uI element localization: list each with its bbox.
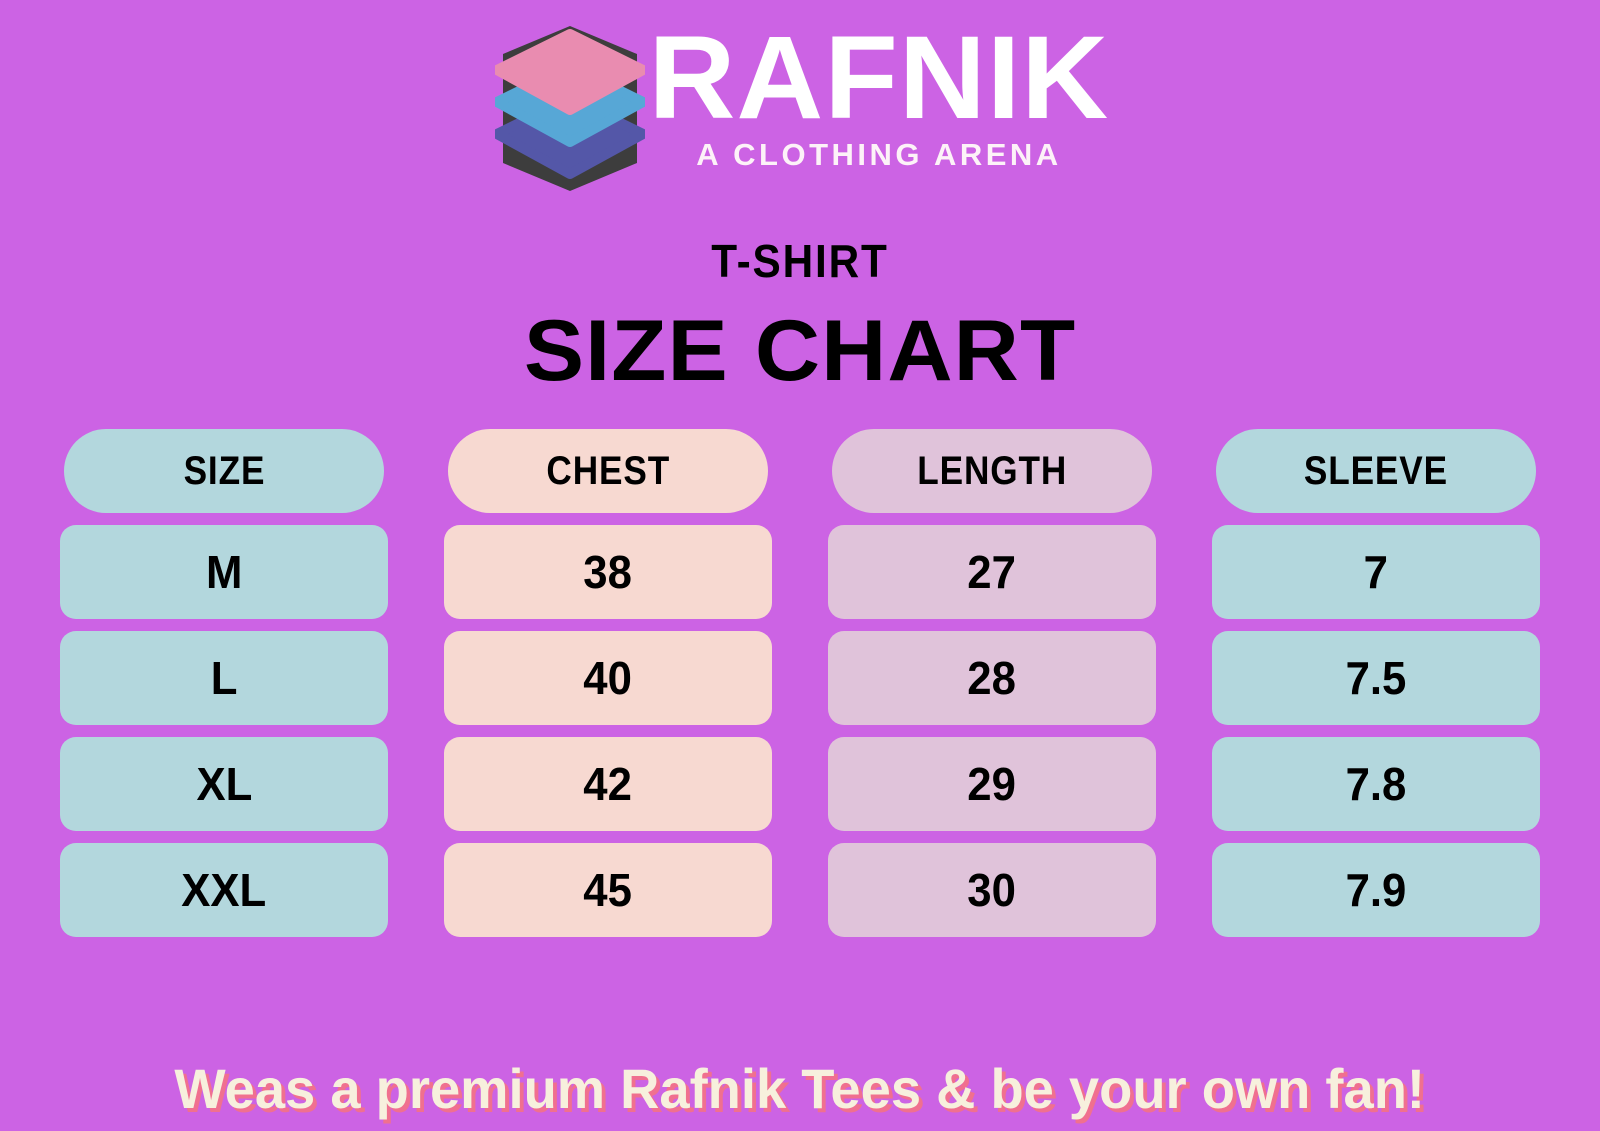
cell-chest-value: 38 bbox=[583, 546, 633, 598]
column-header-chest-label: CHEST bbox=[546, 448, 670, 493]
logo-header: RAFNIK A CLOTHING ARENA bbox=[0, 0, 1600, 200]
cell-size: M bbox=[60, 525, 388, 619]
cell-size: XXL bbox=[60, 843, 388, 937]
column-header-size: SIZE bbox=[64, 429, 384, 513]
cell-chest: 45 bbox=[444, 843, 772, 937]
cell-size-value: L bbox=[210, 652, 238, 704]
logo-text: RAFNIK A CLOTHING ARENA bbox=[649, 18, 1109, 173]
cell-sleeve: 7.5 bbox=[1212, 631, 1540, 725]
cell-sleeve-value: 7 bbox=[1363, 546, 1389, 598]
cell-length-value: 29 bbox=[967, 758, 1017, 810]
cell-length-value: 30 bbox=[967, 864, 1017, 916]
column-header-size-label: SIZE bbox=[183, 448, 265, 493]
cell-chest: 40 bbox=[444, 631, 772, 725]
page-title: SIZE CHART bbox=[523, 303, 1077, 399]
column-header-length: LENGTH bbox=[832, 429, 1152, 513]
cell-sleeve: 7 bbox=[1212, 525, 1540, 619]
page-subtitle: T-SHIRT bbox=[711, 235, 889, 287]
column-header-sleeve: SLEEVE bbox=[1216, 429, 1536, 513]
size-chart-table: SIZE CHEST LENGTH SLEEVE M 38 27 7 L 40 … bbox=[60, 429, 1540, 937]
cell-size: XL bbox=[60, 737, 388, 831]
cell-size: L bbox=[60, 631, 388, 725]
cell-size-value: XXL bbox=[181, 864, 267, 916]
cell-chest: 42 bbox=[444, 737, 772, 831]
table-header-row: SIZE CHEST LENGTH SLEEVE bbox=[60, 429, 1540, 513]
cell-size-value: M bbox=[205, 546, 243, 598]
table-row: XXL 45 30 7.9 bbox=[60, 843, 1540, 937]
page-titles: T-SHIRT SIZE CHART bbox=[0, 234, 1600, 401]
cell-length: 30 bbox=[828, 843, 1156, 937]
table-row: M 38 27 7 bbox=[60, 525, 1540, 619]
footer: Weas a premium Rafnik Tees & be your own… bbox=[0, 1056, 1600, 1121]
cell-length: 28 bbox=[828, 631, 1156, 725]
brand-name: RAFNIK bbox=[648, 12, 1110, 144]
cell-size-value: XL bbox=[196, 758, 252, 810]
cell-sleeve: 7.8 bbox=[1212, 737, 1540, 831]
cell-length-value: 27 bbox=[967, 546, 1017, 598]
cell-sleeve-value: 7.9 bbox=[1345, 864, 1407, 916]
logo-lockup: RAFNIK A CLOTHING ARENA bbox=[495, 18, 1109, 191]
cell-length: 27 bbox=[828, 525, 1156, 619]
cell-sleeve-value: 7.5 bbox=[1345, 652, 1407, 704]
cell-chest-value: 40 bbox=[583, 652, 633, 704]
cell-chest-value: 45 bbox=[583, 864, 633, 916]
cell-length: 29 bbox=[828, 737, 1156, 831]
cell-chest-value: 42 bbox=[583, 758, 633, 810]
table-row: XL 42 29 7.8 bbox=[60, 737, 1540, 831]
column-header-length-label: LENGTH bbox=[917, 448, 1067, 493]
cell-length-value: 28 bbox=[967, 652, 1017, 704]
cell-sleeve-value: 7.8 bbox=[1345, 758, 1407, 810]
column-header-chest: CHEST bbox=[448, 429, 768, 513]
stacked-layers-icon bbox=[495, 26, 646, 191]
column-header-sleeve-label: SLEEVE bbox=[1303, 448, 1449, 493]
footer-message: Weas a premium Rafnik Tees & be your own… bbox=[174, 1057, 1426, 1120]
table-row: L 40 28 7.5 bbox=[60, 631, 1540, 725]
cell-chest: 38 bbox=[444, 525, 772, 619]
cell-sleeve: 7.9 bbox=[1212, 843, 1540, 937]
